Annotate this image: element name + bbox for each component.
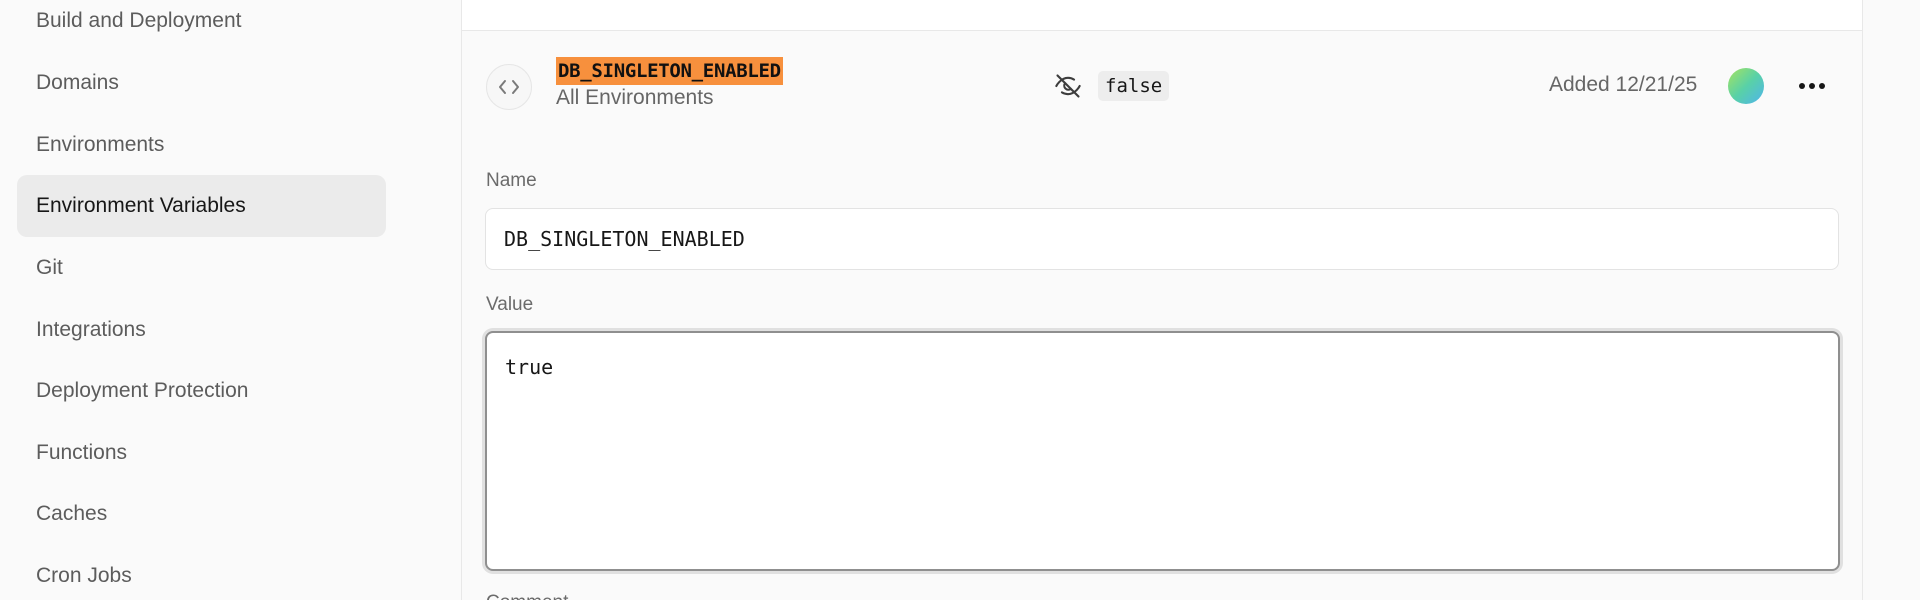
sidebar-item-build-and-deployment[interactable]: Build and Deployment [17,0,386,52]
sidebar-item-deployment-protection[interactable]: Deployment Protection [17,360,386,422]
settings-sidebar: Build and Deployment Domains Environment… [0,0,460,600]
sidebar-item-functions[interactable]: Functions [17,422,386,484]
sidebar-item-cron-jobs[interactable]: Cron Jobs [17,545,386,600]
sidebar-item-caches[interactable]: Caches [17,483,386,545]
added-date: Added 12/21/25 [1549,73,1698,96]
sidebar-item-domains[interactable]: Domains [17,52,386,114]
previous-variable-card [461,0,1863,31]
avatar[interactable] [1728,68,1764,104]
value-field-label: Value [486,294,534,315]
current-value-pill: false [1098,71,1170,101]
name-input[interactable]: DB_SINGLETON_ENABLED [485,208,1839,270]
value-textarea[interactable]: true [485,331,1840,571]
more-options-button[interactable] [1792,66,1832,106]
environment-scope: All Environments [556,86,714,109]
sidebar-item-integrations[interactable]: Integrations [17,299,386,361]
code-brackets-icon [486,64,532,110]
variable-name-highlight: DB_SINGLETON_ENABLED [556,57,783,85]
comment-field-label: Comment [486,592,568,600]
eye-off-icon[interactable] [1054,72,1082,100]
more-horizontal-icon [1799,83,1825,89]
page: Build and Deployment Domains Environment… [0,0,1920,600]
sidebar-item-git[interactable]: Git [17,237,386,299]
sidebar-item-environment-variables[interactable]: Environment Variables [17,175,386,237]
sidebar-item-environments[interactable]: Environments [17,114,386,176]
name-field-label: Name [486,170,537,191]
